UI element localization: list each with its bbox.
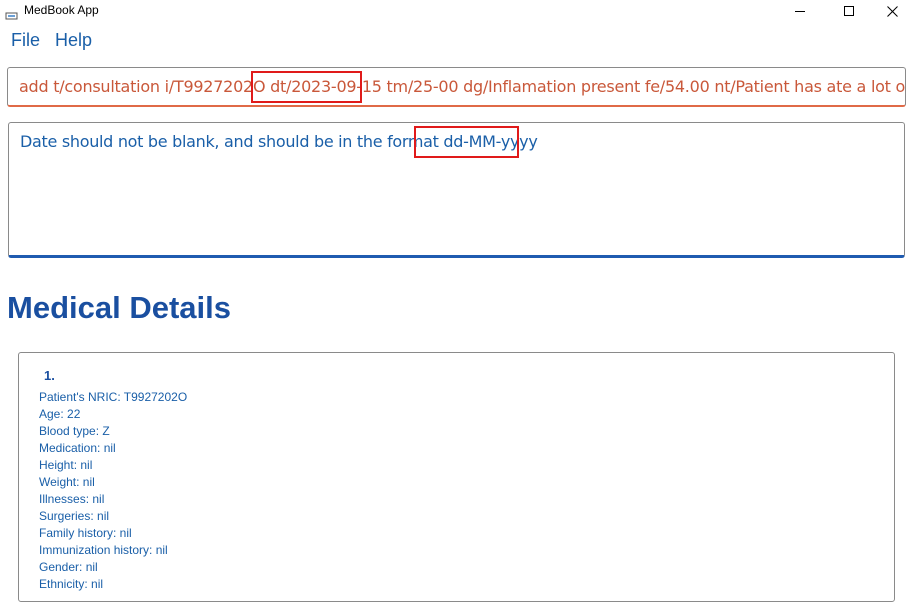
- section-title: Medical Details: [7, 290, 231, 325]
- maximize-icon: [844, 6, 854, 16]
- record-index: 1.: [44, 368, 55, 383]
- detail-medication: Medication: nil: [39, 441, 116, 455]
- detail-blood-type: Blood type: Z: [39, 424, 110, 438]
- detail-gender: Gender: nil: [39, 560, 98, 574]
- format-highlight-box: [414, 126, 519, 158]
- detail-immunization-history: Immunization history: nil: [39, 543, 168, 557]
- title-bar: MedBook App: [0, 0, 909, 22]
- minimize-icon: [795, 11, 805, 12]
- detail-surgeries: Surgeries: nil: [39, 509, 110, 523]
- window-title: MedBook App: [24, 3, 99, 17]
- record-details: Patient's NRIC: T9927202O Age: 22 Blood …: [39, 389, 187, 593]
- detail-age: Age: 22: [39, 407, 81, 421]
- app-icon: [5, 6, 18, 20]
- detail-weight: Weight: nil: [39, 475, 95, 489]
- command-input-value: add t/consultation i/T9927202O dt/2023-0…: [19, 77, 906, 96]
- date-highlight-box: [251, 71, 362, 103]
- detail-illnesses: Illnesses: nil: [39, 492, 105, 506]
- detail-ethnicity: Ethnicity: nil: [39, 577, 104, 591]
- detail-family-history: Family history: nil: [39, 526, 132, 540]
- close-button[interactable]: [869, 0, 909, 22]
- record-card[interactable]: 1. Patient's NRIC: T9927202O Age: 22 Blo…: [18, 352, 895, 602]
- menu-file[interactable]: File: [11, 30, 40, 51]
- detail-nric: Patient's NRIC: T9927202O: [39, 390, 188, 404]
- command-input[interactable]: add t/consultation i/T9927202O dt/2023-0…: [7, 67, 906, 107]
- maximize-button[interactable]: [826, 0, 872, 22]
- minimize-button[interactable]: [777, 0, 823, 22]
- detail-height: Height: nil: [39, 458, 93, 472]
- close-icon: [886, 5, 898, 17]
- menu-help[interactable]: Help: [55, 30, 92, 51]
